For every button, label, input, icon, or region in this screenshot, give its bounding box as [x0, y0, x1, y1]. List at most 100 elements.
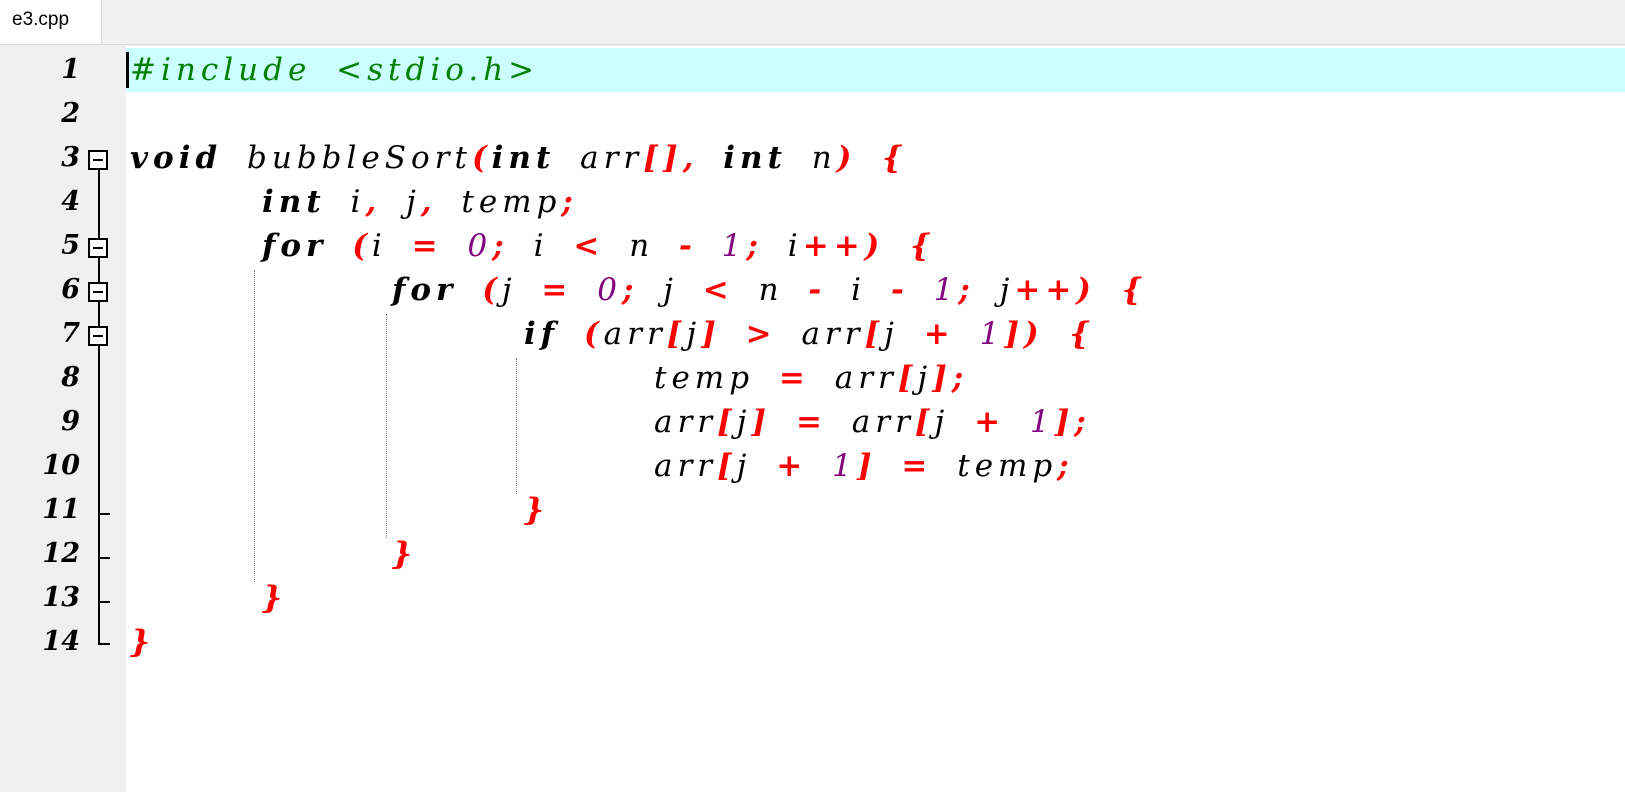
indent-guide: [516, 358, 517, 494]
keyword: int: [262, 184, 326, 220]
identifier: j: [917, 360, 933, 396]
operator: ;: [492, 228, 509, 264]
identifier: j: [686, 316, 702, 352]
number-literal: 0: [467, 228, 493, 264]
operator: ) {: [836, 140, 908, 176]
identifier: arr: [654, 448, 718, 484]
tab-bar: e3.cpp: [0, 0, 1625, 45]
operator: ;: [561, 184, 578, 220]
line-number-gutter: 1 2 3 4 5 6 7 8 9 10 11 12 13 14: [8, 46, 126, 792]
code-editor[interactable]: 1 2 3 4 5 6 7 8 9 10 11 12 13 14 #includ…: [8, 46, 1625, 792]
identifier: j: [501, 272, 517, 308]
fold-end-marker: [98, 601, 110, 603]
identifier: temp: [461, 184, 562, 220]
operator: ;: [621, 272, 639, 308]
line-number: 6: [61, 274, 80, 305]
number-literal: 1: [979, 316, 1005, 352]
code-line-12: }: [392, 532, 417, 576]
identifier: arr: [801, 316, 865, 352]
operator: ,: [365, 184, 382, 220]
operator: <: [573, 228, 605, 264]
identifier: n: [811, 140, 837, 176]
line-number: 7: [61, 318, 80, 349]
operator: =: [778, 360, 810, 396]
identifier: n: [758, 272, 784, 308]
line-number: 10: [42, 450, 80, 481]
identifier: i: [851, 272, 867, 308]
operator: ;: [1057, 448, 1074, 484]
identifier: i: [787, 228, 803, 264]
fold-collapse-icon[interactable]: [88, 238, 108, 258]
fold-collapse-icon[interactable]: [88, 326, 108, 346]
operator: [],: [643, 140, 699, 176]
keyword: for: [392, 272, 458, 308]
operator: ]: [856, 448, 877, 484]
operator: ]) {: [1004, 316, 1095, 352]
identifier: j: [736, 404, 752, 440]
operator: (: [583, 316, 604, 352]
file-tab[interactable]: e3.cpp: [0, 0, 102, 44]
indent-guide: [254, 270, 255, 582]
fold-collapse-icon[interactable]: [88, 282, 108, 302]
operator: -: [890, 272, 909, 308]
code-line-6: for (j = 0; j < n - i - 1; j++) {: [392, 268, 1147, 312]
number-literal: 1: [933, 272, 959, 308]
operator: =: [795, 404, 827, 440]
operator: (: [482, 272, 502, 308]
operator: ];: [932, 360, 969, 396]
operator: <: [702, 272, 734, 308]
closing-brace: }: [392, 536, 417, 572]
operator: ];: [1054, 404, 1091, 440]
identifier: arr: [654, 404, 718, 440]
identifier: temp: [654, 360, 755, 396]
operator: =: [541, 272, 573, 308]
line-number: 9: [61, 406, 80, 437]
closing-brace: }: [262, 580, 287, 616]
line-number: 2: [61, 98, 80, 129]
number-literal: 1: [832, 448, 857, 484]
code-line-4: int i, j, temp;: [262, 180, 578, 224]
operator: +: [776, 448, 808, 484]
code-line-8: temp = arr[j];: [654, 356, 968, 400]
code-line-10: arr[j + 1] = temp;: [654, 444, 1074, 488]
text-caret: [126, 52, 129, 88]
code-line-14: }: [130, 620, 155, 664]
operator: ]: [701, 316, 721, 352]
code-line-7: if (arr[j] > arr[j + 1]) {: [524, 312, 1094, 356]
keyword: void: [130, 140, 223, 176]
code-line-3: void bubbleSort(int arr[], int n) {: [130, 136, 907, 180]
function-name: bubbleSort: [247, 140, 472, 176]
operator: ]: [751, 404, 772, 440]
operator: ,: [420, 184, 437, 220]
operator: ;: [746, 228, 763, 264]
line-number: 1: [61, 54, 80, 85]
operator: [: [914, 404, 935, 440]
code-line-9: arr[j] = arr[j + 1];: [654, 400, 1091, 444]
identifier: i: [350, 184, 366, 220]
number-literal: 0: [597, 272, 622, 308]
operator: [: [864, 316, 885, 352]
keyword: for: [262, 228, 328, 264]
line-number: 12: [42, 538, 80, 569]
number-literal: 1: [721, 228, 747, 264]
identifier: arr: [580, 140, 644, 176]
identifier: i: [533, 228, 549, 264]
operator: [: [897, 360, 918, 396]
operator: =: [901, 448, 933, 484]
operator: ++) {: [1014, 272, 1147, 308]
identifier: i: [371, 228, 387, 264]
operator: [: [666, 316, 687, 352]
identifier: j: [663, 272, 678, 308]
line-number: 3: [61, 142, 80, 173]
line-number: 4: [61, 186, 80, 217]
preprocessor-directive: #include <stdio.h>: [130, 52, 540, 88]
line-number: 13: [42, 582, 80, 613]
identifier: n: [629, 228, 655, 264]
fold-end-marker: [98, 557, 110, 559]
code-line-1: #include <stdio.h>: [130, 48, 539, 92]
code-line-5: for (i = 0; i < n - 1; i++) {: [262, 224, 935, 268]
fold-collapse-icon[interactable]: [88, 150, 108, 170]
operator: ++) {: [802, 228, 936, 264]
identifier: j: [406, 184, 421, 220]
identifier: temp: [957, 448, 1058, 484]
